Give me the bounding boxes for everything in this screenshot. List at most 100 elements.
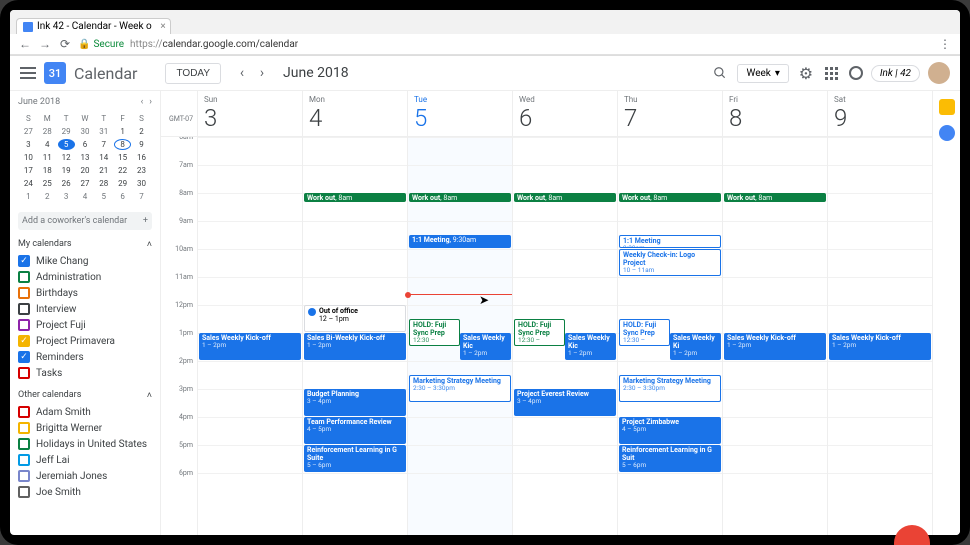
account-avatar[interactable] (928, 62, 950, 84)
day-header[interactable]: Thu7 (617, 91, 722, 136)
calendar-event[interactable]: Team Performance Review4 – 5pm (304, 417, 406, 444)
calendar-event[interactable]: Sales Weekly Kic1 – 2pm (460, 333, 511, 360)
browser-menu-icon[interactable]: ⋮ (938, 37, 952, 51)
calendar-event[interactable]: Reinforcement Learning in G Suite5 – 6pm (304, 445, 406, 472)
calendar-event[interactable]: Marketing Strategy Meeting2:30 – 3:30pm (409, 375, 511, 402)
day-column[interactable]: Sales Weekly Kick-off1 – 2pm (827, 137, 932, 535)
mini-cal-day[interactable]: 28 (39, 126, 56, 137)
calendar-event[interactable]: Work out, 8am (724, 193, 826, 202)
view-dropdown[interactable]: Week ▾ (737, 64, 788, 83)
next-period-button[interactable]: › (253, 64, 271, 82)
calendar-checkbox[interactable] (18, 422, 30, 434)
mini-cal-next-icon[interactable]: › (149, 97, 152, 107)
mini-cal-day[interactable]: 30 (77, 126, 94, 137)
mini-cal-day[interactable]: 27 (77, 178, 94, 189)
mini-calendar[interactable]: SMTWTFS 27282930311234567891011121314151… (18, 111, 152, 204)
other-calendar-item[interactable]: Jeremiah Jones (18, 468, 152, 484)
calendar-checkbox[interactable] (18, 454, 30, 466)
menu-icon[interactable] (20, 67, 36, 79)
mini-cal-day[interactable]: 1 (114, 126, 131, 137)
mini-cal-day[interactable]: 1 (20, 191, 37, 202)
my-calendar-item[interactable]: Administration (18, 269, 152, 285)
calendar-event[interactable]: 1:1 Meeting9:30am (619, 235, 721, 248)
calendar-checkbox[interactable] (18, 287, 30, 299)
calendar-checkbox[interactable] (18, 271, 30, 283)
address-bar[interactable]: https://calendar.google.com/calendar (130, 39, 298, 50)
calendar-event[interactable]: HOLD: Fuji Sync Prep12:30 – 1:30pm (409, 319, 460, 346)
calendar-event[interactable]: Work out, 8am (304, 193, 406, 202)
mini-cal-day[interactable]: 29 (114, 178, 131, 189)
mini-cal-day[interactable]: 12 (58, 152, 75, 163)
mini-cal-day[interactable]: 22 (114, 165, 131, 176)
day-column[interactable]: Work out, 8amSales Weekly Kick-off1 – 2p… (722, 137, 827, 535)
mini-cal-day[interactable]: 3 (20, 139, 37, 150)
mini-cal-day[interactable]: 6 (77, 139, 94, 150)
mini-cal-day[interactable]: 23 (133, 165, 150, 176)
calendar-checkbox[interactable] (18, 367, 30, 379)
mini-cal-day[interactable]: 16 (133, 152, 150, 163)
mini-cal-day[interactable]: 18 (39, 165, 56, 176)
calendar-event[interactable]: Budget Planning3 – 4pm (304, 389, 406, 416)
mini-cal-day[interactable]: 30 (133, 178, 150, 189)
calendar-event[interactable]: HOLD: Fuji Sync Prep12:30 – 1:30pm (514, 319, 565, 346)
day-header[interactable]: Mon4 (302, 91, 407, 136)
mini-cal-day[interactable]: 15 (114, 152, 131, 163)
my-calendar-item[interactable]: Tasks (18, 365, 152, 381)
calendar-event[interactable]: Reinforcement Learning in G Suit5 – 6pm (619, 445, 721, 472)
add-coworker-input[interactable]: Add a coworker's calendar + (18, 212, 152, 230)
tasks-icon[interactable] (939, 125, 955, 141)
calendar-event[interactable]: Sales Weekly Kick-off1 – 2pm (829, 333, 931, 360)
mini-cal-day[interactable]: 4 (77, 191, 94, 202)
mini-cal-day[interactable]: 2 (133, 126, 150, 137)
mini-cal-day[interactable]: 7 (95, 139, 112, 150)
mini-cal-day[interactable]: 14 (95, 152, 112, 163)
calendar-event[interactable]: Sales Bi-Weekly Kick-off1 – 2pm (304, 333, 406, 360)
calendar-event[interactable]: 1:1 Meeting, 9:30am (409, 235, 511, 248)
today-button[interactable]: TODAY (165, 63, 221, 84)
browser-forward-icon[interactable]: → (38, 37, 52, 51)
mini-cal-day[interactable]: 3 (58, 191, 75, 202)
other-calendar-item[interactable]: Jeff Lai (18, 452, 152, 468)
mini-cal-day[interactable]: 25 (39, 178, 56, 189)
mini-cal-day[interactable]: 11 (39, 152, 56, 163)
calendar-checkbox[interactable] (18, 406, 30, 418)
calendar-event[interactable]: Work out, 8am (409, 193, 511, 202)
calendar-event[interactable]: Sales Weekly Kick-off1 – 2pm (199, 333, 301, 360)
my-calendar-item[interactable]: Birthdays (18, 285, 152, 301)
calendar-event[interactable]: Marketing Strategy Meeting2:30 – 3:30pm (619, 375, 721, 402)
calendar-checkbox[interactable] (18, 470, 30, 482)
calendar-event[interactable]: Work out, 8am (514, 193, 616, 202)
my-calendar-item[interactable]: Mike Chang (18, 253, 152, 269)
calendar-event[interactable]: Sales Weekly Kic1 – 2pm (565, 333, 616, 360)
mini-cal-day[interactable]: 26 (58, 178, 75, 189)
other-calendar-item[interactable]: Brigitta Werner (18, 420, 152, 436)
day-column[interactable]: Work out, 8am HOLD: Fuji Sync Prep12:30 –… (512, 137, 617, 535)
day-column[interactable]: Work out, 8am1:1 Meeting9:30amWeekly Che… (617, 137, 722, 535)
my-calendars-toggle[interactable]: My calendars ˄ (18, 236, 152, 253)
calendar-checkbox[interactable] (18, 303, 30, 315)
mini-cal-day[interactable]: 31 (95, 126, 112, 137)
mini-cal-day[interactable]: 28 (95, 178, 112, 189)
calendar-event[interactable]: Weekly Check-in: Logo Project10 – 11am (619, 249, 721, 276)
day-header[interactable]: Sun3 (197, 91, 302, 136)
my-calendar-item[interactable]: Project Fuji (18, 317, 152, 333)
prev-period-button[interactable]: ‹ (233, 64, 251, 82)
keep-icon[interactable] (939, 99, 955, 115)
plus-icon[interactable]: + (143, 216, 148, 226)
calendar-checkbox[interactable] (18, 319, 30, 331)
search-icon[interactable] (711, 64, 729, 82)
apps-icon[interactable] (823, 64, 841, 82)
mini-cal-day[interactable]: 17 (20, 165, 37, 176)
day-column[interactable]: Work out, 8am 1:1 Meeting, 9:30am HOLD: Fu… (407, 137, 512, 535)
mini-cal-day[interactable]: 13 (77, 152, 94, 163)
calendar-event[interactable]: Project Everest Review3 – 4pm (514, 389, 616, 416)
mini-cal-day[interactable]: 7 (133, 191, 150, 202)
settings-icon[interactable]: ⚙ (797, 64, 815, 82)
calendar-checkbox[interactable] (18, 351, 30, 363)
mini-cal-day[interactable]: 21 (95, 165, 112, 176)
mini-cal-day[interactable]: 6 (114, 191, 131, 202)
calendar-checkbox[interactable] (18, 486, 30, 498)
calendar-checkbox[interactable] (18, 335, 30, 347)
other-calendar-item[interactable]: Adam Smith (18, 404, 152, 420)
mini-cal-day[interactable]: 8 (114, 139, 131, 150)
